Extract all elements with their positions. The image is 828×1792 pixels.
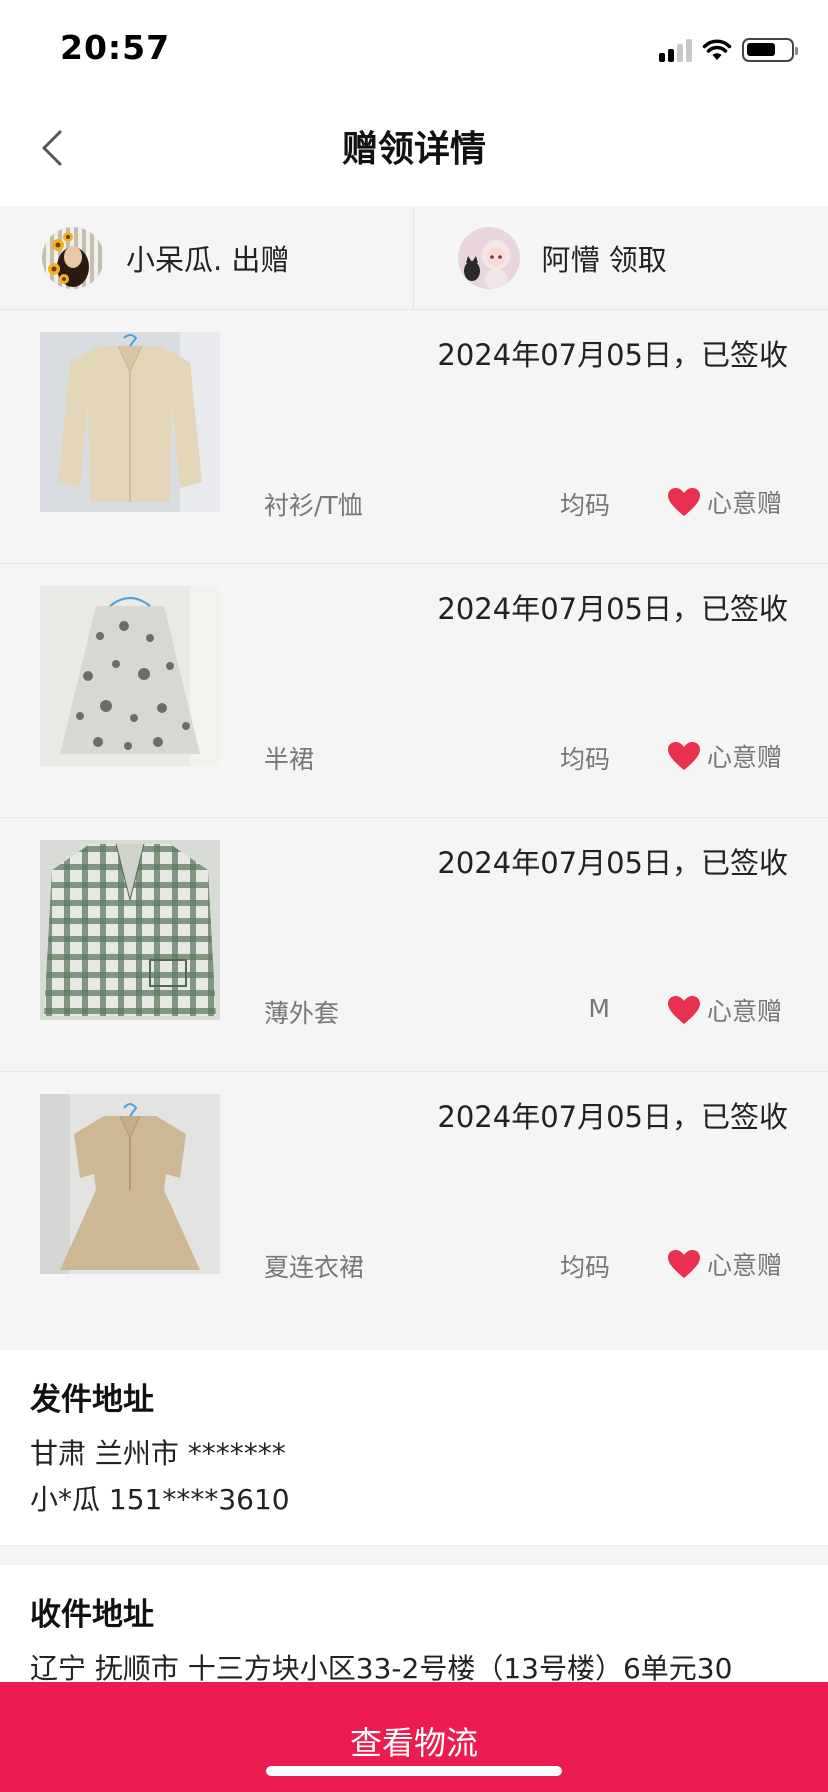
item-status: 2024年07月05日，已签收 bbox=[437, 338, 788, 372]
heart-icon bbox=[667, 996, 700, 1024]
gift-badge: 心意赠 bbox=[667, 484, 782, 520]
gift-label: 心意赠 bbox=[706, 743, 782, 772]
gift-label: 心意赠 bbox=[706, 489, 782, 518]
heart-icon bbox=[667, 1250, 700, 1278]
receiver[interactable]: 阿懵 领取 bbox=[412, 206, 828, 309]
send-address-contact: 小*瓜 151****3610 bbox=[30, 1483, 290, 1516]
receive-address-section: 收件地址 辽宁 抚顺市 十三方块小区33-2号楼（13号楼）6单元30 bbox=[0, 1565, 828, 1685]
item-photo-shirt bbox=[40, 332, 220, 512]
gift-label: 心意赠 bbox=[706, 1251, 782, 1280]
list-item[interactable]: 2024年07月05日，已签收 半裙 均码 心意赠 bbox=[0, 564, 828, 818]
item-size: 均码 bbox=[559, 745, 610, 774]
item-category: 夏连衣裙 bbox=[264, 1253, 365, 1282]
status-time: 20:57 bbox=[60, 28, 171, 67]
item-status: 2024年07月05日，已签收 bbox=[437, 1100, 788, 1134]
list-item[interactable]: 2024年07月05日，已签收 薄外套 M 心意赠 bbox=[0, 818, 828, 1072]
list-item[interactable]: 2024年07月05日，已签收 衬衫/T恤 均码 心意赠 bbox=[0, 310, 828, 564]
item-category: 半裙 bbox=[264, 745, 315, 774]
section-divider bbox=[0, 1545, 828, 1565]
send-address-title: 发件地址 bbox=[30, 1382, 154, 1418]
item-status: 2024年07月05日，已签收 bbox=[437, 592, 788, 626]
item-size: 均码 bbox=[559, 491, 610, 520]
item-list: 2024年07月05日，已签收 衬衫/T恤 均码 心意赠 2024年07月05日… bbox=[0, 310, 828, 1350]
status-icons bbox=[659, 36, 798, 64]
status-bar: 20:57 bbox=[0, 0, 828, 100]
send-address-section: 发件地址 甘肃 兰州市 ******* 小*瓜 151****3610 bbox=[0, 1350, 828, 1545]
gift-badge: 心意赠 bbox=[667, 738, 782, 774]
giver-label: 小呆瓜. 出赠 bbox=[126, 242, 290, 277]
item-photo-skirt bbox=[40, 586, 220, 766]
list-item[interactable]: 2024年07月05日，已签收 夏连衣裙 均码 心意赠 bbox=[0, 1072, 828, 1326]
gift-label: 心意赠 bbox=[706, 997, 782, 1026]
view-logistics-label: 查看物流 bbox=[349, 1724, 478, 1762]
item-size: M bbox=[588, 994, 610, 1023]
gift-badge: 心意赠 bbox=[667, 1246, 782, 1282]
receiver-label: 阿懵 领取 bbox=[541, 242, 667, 277]
item-category: 薄外套 bbox=[264, 999, 340, 1028]
parties-row: 小呆瓜. 出赠 阿懵 领取 bbox=[0, 206, 828, 310]
heart-icon bbox=[667, 488, 700, 516]
receive-address-region: 辽宁 抚顺市 十三方块小区33-2号楼（13号楼）6单元30 bbox=[30, 1652, 733, 1685]
item-status: 2024年07月05日，已签收 bbox=[437, 846, 788, 880]
send-address-region: 甘肃 兰州市 ******* bbox=[30, 1437, 286, 1470]
item-size: 均码 bbox=[559, 1253, 610, 1282]
item-photo-jacket bbox=[40, 840, 220, 1020]
battery-icon bbox=[742, 38, 798, 62]
giver[interactable]: 小呆瓜. 出赠 bbox=[0, 206, 413, 309]
nav-bar: 赠领详情 bbox=[0, 100, 828, 206]
giver-avatar bbox=[42, 226, 104, 289]
gift-badge: 心意赠 bbox=[667, 992, 782, 1028]
home-indicator[interactable] bbox=[266, 1766, 562, 1776]
item-photo-dress bbox=[40, 1094, 220, 1274]
page-title: 赠领详情 bbox=[341, 129, 486, 170]
wifi-icon bbox=[702, 39, 732, 60]
item-category: 衬衫/T恤 bbox=[264, 491, 363, 520]
receive-address-title: 收件地址 bbox=[30, 1597, 154, 1633]
cellular-signal-icon bbox=[659, 38, 692, 62]
heart-icon bbox=[667, 742, 700, 770]
receiver-avatar bbox=[457, 226, 520, 289]
